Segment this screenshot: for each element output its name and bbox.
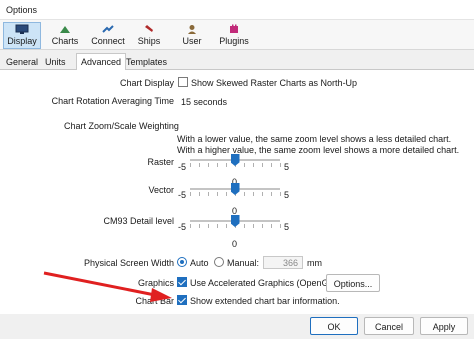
chart-bar-checkbox[interactable] [177,295,187,305]
cm93-value: 0 [232,239,238,249]
vector-label: Vector [148,185,174,195]
slider-tick [217,224,218,228]
charts-icon [60,26,70,33]
slider-tick [262,163,263,167]
slider-tick [244,192,245,196]
slider-tick [253,163,254,167]
slider-tick [190,192,191,196]
slider-tick [226,224,227,228]
slider-tick [217,192,218,196]
toolbar-ships[interactable]: Ships [134,22,164,49]
advanced-settings-panel: Chart Display Show Skewed Raster Charts … [0,70,474,314]
toolbar-connect-label: Connect [91,36,125,46]
toolbar-user[interactable]: User [178,22,206,49]
slider-tick [226,192,227,196]
ok-button[interactable]: OK [310,317,358,335]
slider-tick [208,224,209,228]
toolbar-connect[interactable]: Connect [88,22,128,49]
toolbar-charts-label: Charts [51,36,79,46]
toolbar-plugins[interactable]: Plugins [216,22,252,49]
chart-display-label: Chart Display [119,78,174,88]
vector-min: -5 [178,190,187,200]
slider-tick [271,192,272,196]
tab-units[interactable]: Units [45,55,66,70]
screen-width-input[interactable]: 366 [263,256,303,269]
vector-max: 5 [284,190,290,200]
category-toolbar: Display Charts Connect Ships User Plugin… [0,20,474,50]
screen-width-auto-label: Auto [190,258,209,268]
slider-tick [280,224,281,228]
screen-width-auto-radio[interactable] [177,257,187,267]
plugins-icon [230,24,238,33]
slider-tick [199,163,200,167]
apply-button[interactable]: Apply [420,317,468,335]
toolbar-ships-label: Ships [137,36,161,46]
opengl-option: Use Accelerated Graphics (OpenGL) [190,278,337,288]
tab-templates[interactable]: Templates [126,55,167,70]
slider-tick [262,224,263,228]
zoom-weighting-label: Chart Zoom/Scale Weighting [64,121,179,131]
slider-tick [253,192,254,196]
dialog-footer: OK Cancel Apply [0,314,474,339]
raster-max: 5 [284,162,290,172]
cancel-button[interactable]: Cancel [364,317,414,335]
tab-strip: General Units Advanced Templates [0,52,474,71]
slider-tick [262,192,263,196]
monitor-icon [15,24,29,34]
opengl-checkbox[interactable] [177,277,187,287]
tab-general[interactable]: General [6,55,38,70]
slider-tick [208,192,209,196]
toolbar-charts[interactable]: Charts [48,22,82,49]
cm93-max: 5 [284,222,290,232]
slider-tick [271,224,272,228]
user-icon [188,25,196,34]
skewed-raster-option: Show Skewed Raster Charts as North-Up [191,78,358,88]
screen-width-label: Physical Screen Width [83,258,174,268]
slider-tick [280,163,281,167]
cm93-top-value: 0 [232,206,238,216]
slider-tick [190,224,191,228]
graphics-options-button[interactable]: Options... [326,274,380,292]
window-title: Options [6,5,38,15]
cm93-min: -5 [178,222,187,232]
slider-tick [190,163,191,167]
tab-advanced[interactable]: Advanced [76,53,127,71]
toolbar-user-label: User [182,36,202,46]
toolbar-display-label: Display [7,36,37,46]
slider-tick [271,163,272,167]
screen-width-manual-radio[interactable] [214,257,224,267]
slider-tick [199,224,200,228]
title-bar: Options [0,0,474,20]
screen-width-unit: mm [307,258,322,268]
slider-tick [199,192,200,196]
connect-icon [102,25,114,33]
chart-bar-label: Chart Bar [135,296,174,306]
rotation-averaging-label: Chart Rotation Averaging Time [51,96,174,106]
slider-tick [217,163,218,167]
slider-tick [226,163,227,167]
ship-icon [145,25,153,32]
zoom-description-lower: With a lower value, the same zoom level … [177,134,452,144]
toolbar-display[interactable]: Display [3,22,41,49]
zoom-description-higher: With a higher value, the same zoom level… [177,145,460,155]
cm93-label: CM93 Detail level [103,216,174,226]
toolbar-plugins-label: Plugins [219,36,249,46]
chart-bar-option: Show extended chart bar information. [190,296,340,306]
slider-tick [244,224,245,228]
slider-tick [280,192,281,196]
raster-label: Raster [147,157,174,167]
slider-tick [253,224,254,228]
screen-width-manual-label: Manual: [227,258,260,268]
skewed-raster-checkbox[interactable] [178,77,188,87]
raster-min: -5 [178,162,187,172]
rotation-averaging-value[interactable]: 15 seconds [181,97,227,107]
graphics-label: Graphics [137,278,174,288]
slider-tick [208,163,209,167]
slider-tick [244,163,245,167]
